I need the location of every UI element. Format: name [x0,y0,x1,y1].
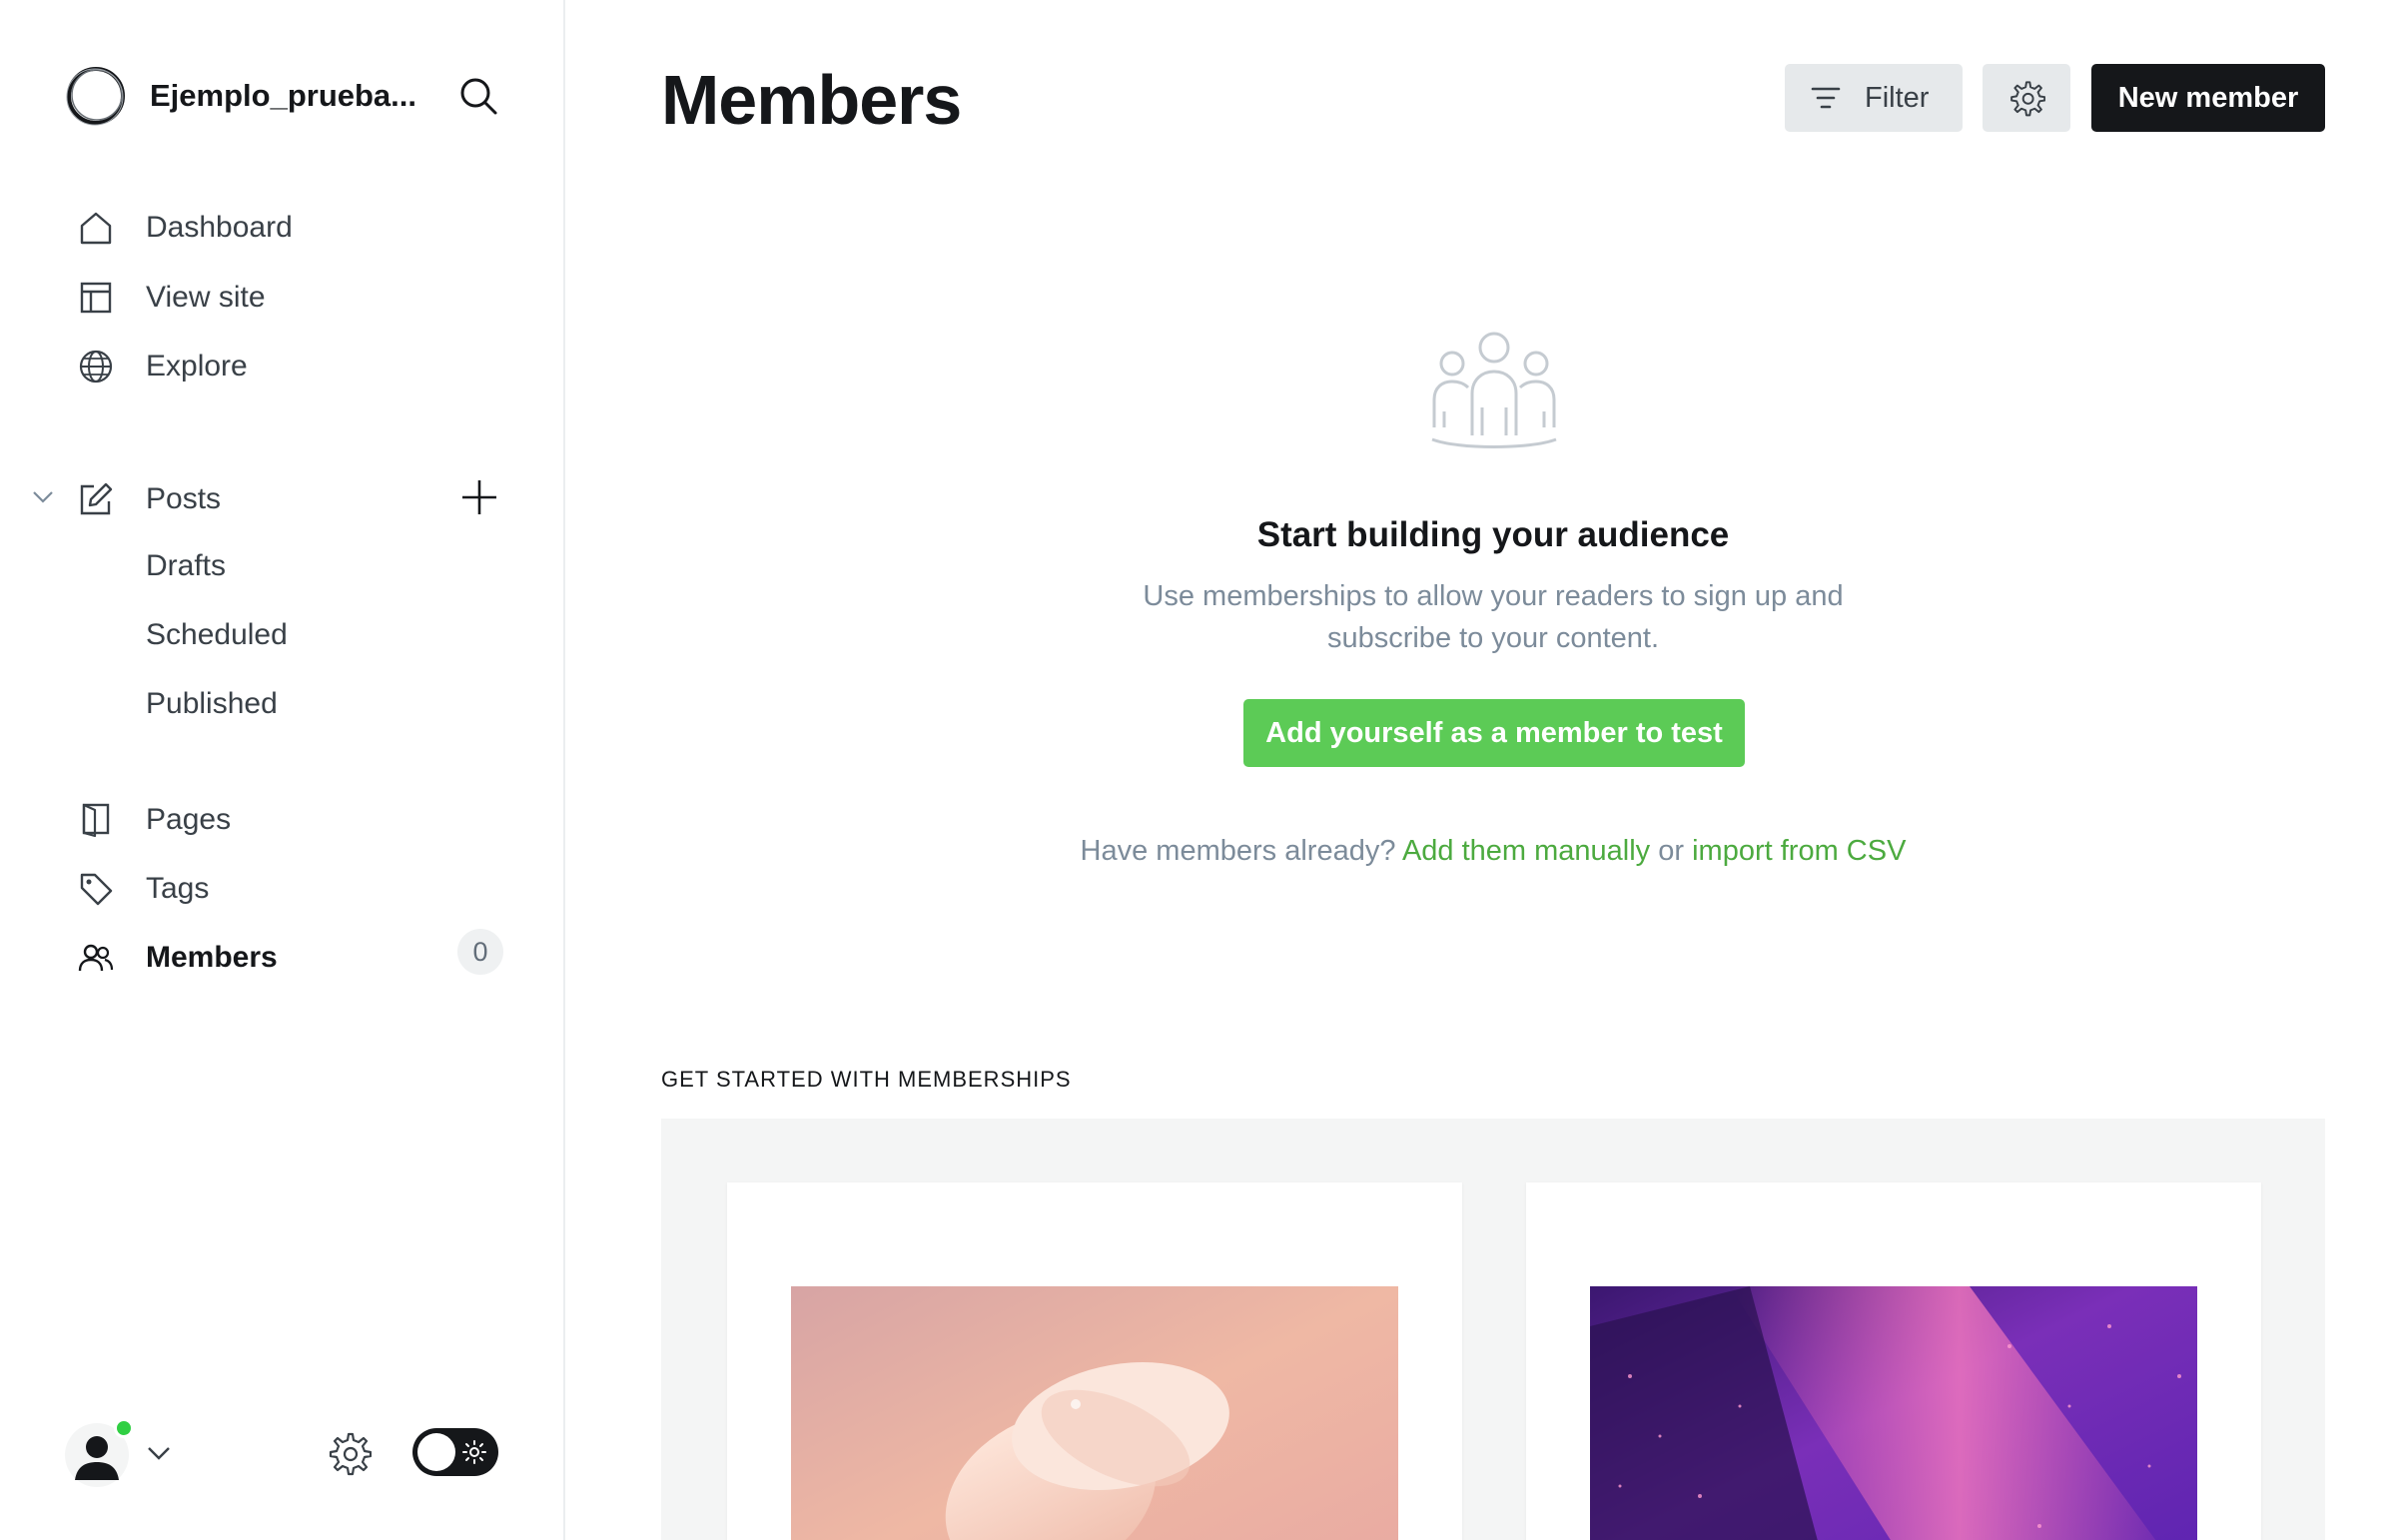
import-hint: Have members already? Add them manually … [661,835,2325,868]
sidebar-item-label: Pages [146,803,232,836]
empty-state-title: Start building your audience [1256,515,1730,554]
site-header: Ejemplo_prueba... [64,64,503,128]
edit-icon [76,479,116,519]
site-logo-icon[interactable] [64,64,128,128]
add-yourself-button[interactable]: Add yourself as a member to test [1243,699,1745,767]
import-prefix: Have members already? [1080,835,1396,867]
new-member-button[interactable]: New member [2091,64,2325,132]
sidebar-item-label: Explore [146,350,248,383]
online-status-dot [114,1418,134,1438]
guide-card-image [1590,1286,2197,1540]
member-settings-button[interactable] [1983,64,2070,132]
theme-toggle[interactable] [412,1428,498,1476]
chevron-down-icon[interactable] [144,1438,174,1468]
sidebar-item-published[interactable]: Published [146,687,278,721]
chevron-down-icon[interactable] [28,482,58,512]
toggle-knob [417,1433,455,1471]
layout-icon [76,278,116,318]
members-illustration-icon [1431,332,1557,448]
members-icon [76,938,116,978]
search-icon[interactable] [454,72,502,120]
site-name[interactable]: Ejemplo_prueba... [150,78,417,114]
app-root: Ejemplo_prueba... Dashboard View site Ex… [0,0,2397,1540]
sidebar-item-label: Posts [146,482,222,515]
add-manually-link[interactable]: Add them manually [1402,835,1650,867]
sidebar-item-view-site[interactable]: View site [76,270,515,326]
sidebar-item-pages[interactable]: Pages [76,792,515,848]
or-text: or [1658,835,1685,867]
add-post-icon[interactable] [459,477,499,517]
sidebar-item-tags[interactable]: Tags [76,861,515,917]
filter-button[interactable]: Filter [1785,64,1963,132]
tag-icon [76,869,116,909]
sidebar-item-dashboard[interactable]: Dashboard [76,200,515,256]
filter-label: Filter [1865,81,1930,114]
gear-icon[interactable] [326,1430,372,1476]
filter-icon [1811,87,1841,109]
gear-icon [2010,81,2045,117]
sidebar-item-scheduled[interactable]: Scheduled [146,618,288,652]
members-count-badge: 0 [457,929,503,975]
empty-state-description: Use memberships to allow your readers to… [1143,580,1844,654]
sun-icon [462,1440,486,1464]
sidebar-item-label: Members [146,941,278,974]
page-icon [76,800,116,840]
guide-card[interactable] [1526,1182,2261,1540]
sidebar-item-explore[interactable]: Explore [76,339,515,394]
get-started-panel [661,1119,2325,1540]
sidebar-item-members[interactable]: Members [76,930,515,986]
sidebar-item-label: Tags [146,872,210,905]
page-title: Members [661,61,962,139]
guide-card[interactable] [727,1182,1462,1540]
sidebar-item-posts[interactable]: Posts [76,471,515,527]
sidebar: Ejemplo_prueba... Dashboard View site Ex… [0,0,565,1540]
section-heading: GET STARTED WITH MEMBERSHIPS [661,1067,1072,1092]
sidebar-item-label: View site [146,281,266,314]
sidebar-item-drafts[interactable]: Drafts [146,549,226,583]
import-csv-link[interactable]: import from CSV [1692,835,1906,867]
globe-icon [76,347,116,386]
guide-card-image [791,1286,1398,1540]
sidebar-item-label: Dashboard [146,211,293,244]
home-icon [76,208,116,248]
